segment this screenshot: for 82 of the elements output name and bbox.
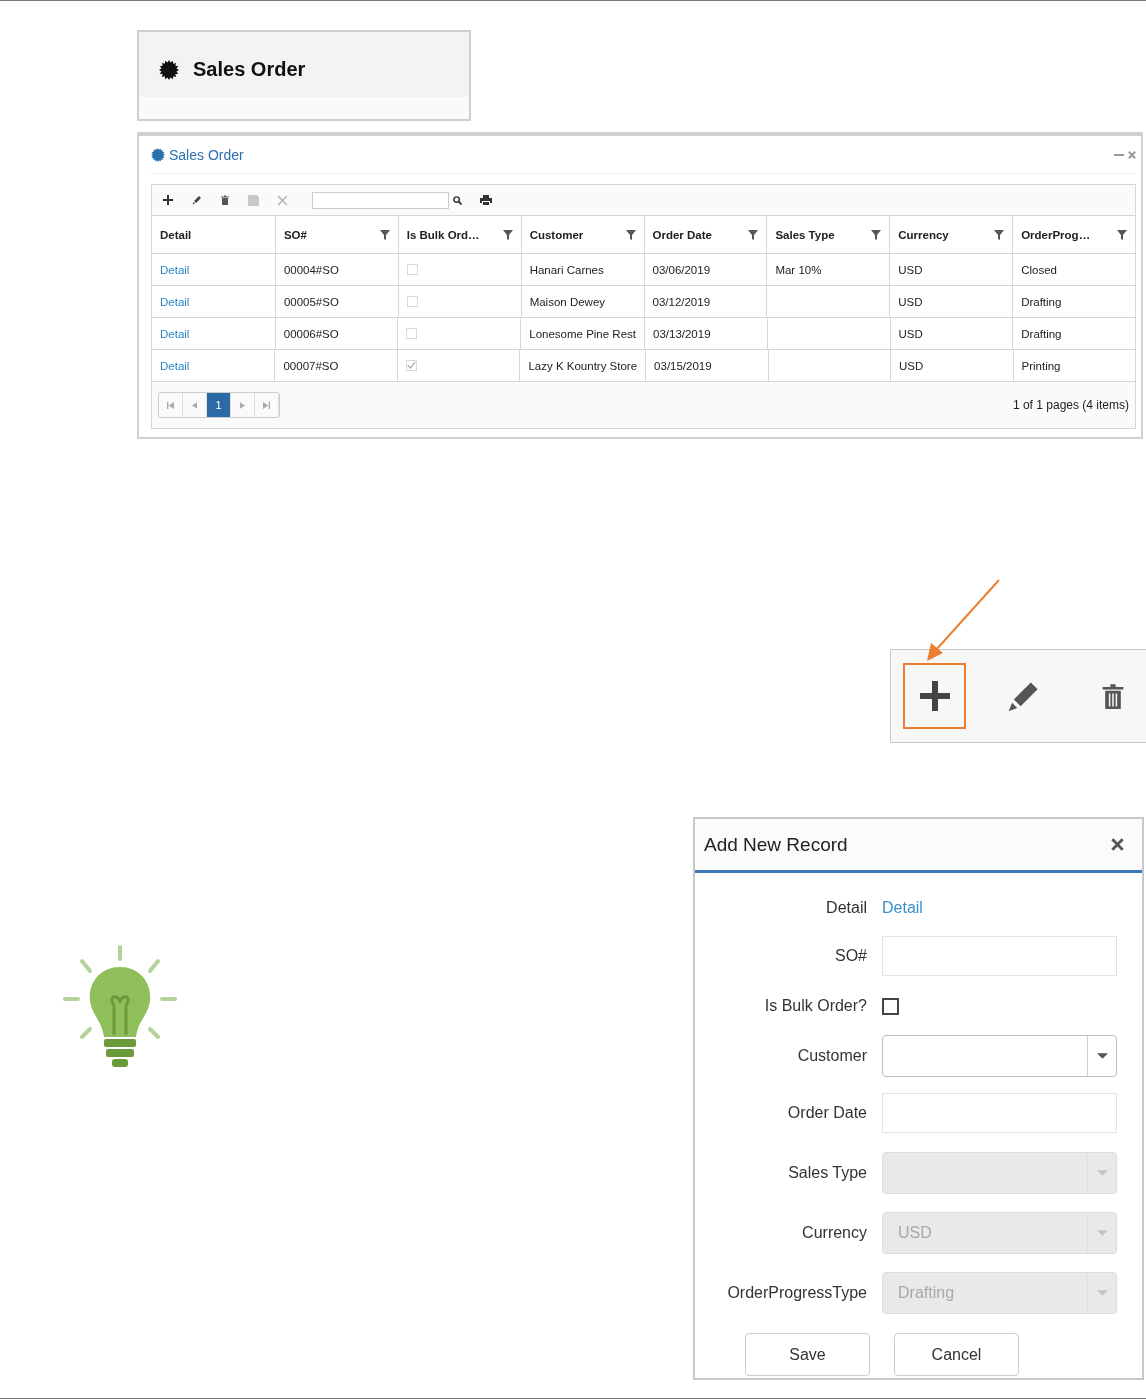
column-label: Customer xyxy=(529,228,584,241)
column-header[interactable]: Customer xyxy=(520,216,644,253)
field-label: Customer xyxy=(796,1047,867,1065)
table-cell: Drafting xyxy=(1012,286,1135,317)
filter-icon[interactable] xyxy=(748,229,759,240)
pencil-icon[interactable] xyxy=(192,195,202,205)
table-cell: Maison Dewey xyxy=(520,286,644,317)
close-icon[interactable] xyxy=(1128,150,1136,159)
seal-icon xyxy=(151,147,165,162)
field-label: SO# xyxy=(834,947,867,965)
filter-icon[interactable] xyxy=(1117,229,1127,240)
detail-link[interactable]: Detail xyxy=(160,263,190,276)
column-header[interactable]: SO# xyxy=(274,216,398,253)
column-header[interactable]: Currency xyxy=(889,216,1013,253)
table-cell: Mar 10% xyxy=(766,254,890,285)
field-label: Currency xyxy=(801,1224,867,1242)
table-cell: Lonesome Pine Rest xyxy=(520,318,644,349)
caret-icon xyxy=(1096,1053,1108,1059)
table-cell: Drafting xyxy=(1012,318,1135,349)
column-header[interactable]: Detail xyxy=(152,216,275,253)
column-label: Currency xyxy=(898,228,949,241)
column-label: SO# xyxy=(283,228,307,241)
column-label: Sales Type xyxy=(775,228,835,241)
caret-icon xyxy=(1096,1290,1108,1296)
caret-icon xyxy=(1096,1170,1108,1176)
table-cell: USD xyxy=(889,318,1013,349)
field-label: Is Bulk Order? xyxy=(763,997,867,1015)
seal-icon xyxy=(159,59,179,80)
table-cell: 00006#SO xyxy=(274,318,398,349)
table-cell: USD xyxy=(890,350,1013,381)
table-cell: 03/13/2019 xyxy=(644,318,767,349)
input-field[interactable] xyxy=(882,1093,1117,1133)
print-icon[interactable] xyxy=(480,194,492,206)
filter-icon[interactable] xyxy=(379,229,390,240)
filter-icon[interactable] xyxy=(502,229,513,240)
column-label: Order Date xyxy=(652,228,712,241)
table-cell: Printing xyxy=(1012,350,1135,381)
column-label: Detail xyxy=(160,228,192,241)
plus-icon[interactable] xyxy=(162,194,174,206)
page-button[interactable]: 1 xyxy=(207,393,231,417)
detail-link[interactable]: Detail xyxy=(160,295,190,308)
filter-icon[interactable] xyxy=(625,229,636,240)
header-title: Sales Order xyxy=(193,58,306,81)
dropdown-field[interactable] xyxy=(882,1035,1117,1077)
table-cell: 00007#SO xyxy=(274,350,397,381)
table-cell: 00005#SO xyxy=(274,286,398,317)
table-cell: Lazy K Kountry Store xyxy=(519,350,646,381)
table-cell: Hanari Carnes xyxy=(520,254,644,285)
table-cell: USD xyxy=(889,254,1013,285)
search-field[interactable] xyxy=(312,191,449,209)
column-header[interactable]: Order Date xyxy=(643,216,767,253)
table-cell: 00004#SO xyxy=(274,254,398,285)
table-cell: 03/15/2019 xyxy=(645,350,768,381)
cancel-button[interactable]: Cancel xyxy=(894,1333,1019,1376)
plus-icon xyxy=(919,681,950,711)
table-cell: 03/12/2019 xyxy=(643,286,767,317)
filter-icon[interactable] xyxy=(994,229,1005,240)
field-label: Order Date xyxy=(786,1104,867,1122)
caret-icon xyxy=(1096,1230,1108,1236)
checkbox[interactable] xyxy=(882,997,899,1015)
field-label: Sales Type xyxy=(787,1164,867,1182)
column-label: OrderProg… xyxy=(1021,228,1091,241)
save-button[interactable]: Save xyxy=(745,1333,870,1376)
search-icon[interactable] xyxy=(453,195,462,205)
column-header[interactable]: OrderProg… xyxy=(1012,216,1135,253)
add-button[interactable] xyxy=(903,663,966,729)
window-title: Sales Order xyxy=(169,146,245,163)
filter-icon[interactable] xyxy=(871,229,882,240)
column-label: Is Bulk Ord… xyxy=(406,228,480,241)
dialog-title: Add New Record xyxy=(704,833,848,856)
detail-link[interactable]: Detail xyxy=(160,327,190,340)
trash-icon[interactable] xyxy=(220,195,230,205)
table-cell: 03/06/2019 xyxy=(643,254,767,285)
field-label: OrderProgressType xyxy=(726,1284,867,1302)
table-cell: USD xyxy=(889,286,1013,317)
table-cell: Closed xyxy=(1012,254,1135,285)
column-header[interactable]: Is Bulk Ord… xyxy=(397,216,521,253)
detail-link[interactable]: Detail xyxy=(160,359,190,372)
field-label: Detail xyxy=(825,899,867,917)
pager-info: 1 of 1 pages (4 items) xyxy=(1012,398,1129,412)
column-header[interactable]: Sales Type xyxy=(766,216,890,253)
input-field[interactable] xyxy=(882,936,1117,976)
